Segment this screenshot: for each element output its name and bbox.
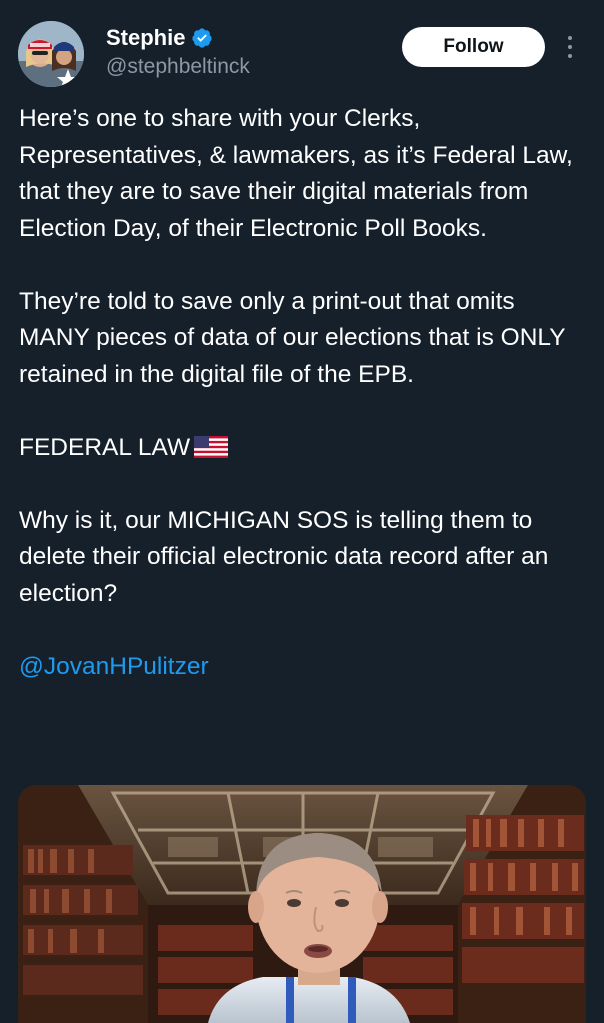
tweet-paragraph-1: Here’s one to share with your Clerks, Re…: [19, 105, 573, 242]
video-frame-image: [18, 785, 586, 1023]
tweet-paragraph-4: Why is it, our MICHIGAN SOS is telling t…: [19, 506, 549, 607]
author-name-row[interactable]: Stephie: [106, 25, 213, 51]
tweet-view: Stephie @stephbeltinck Follow Here’s one…: [0, 0, 604, 1023]
author-avatar[interactable]: [18, 21, 84, 87]
verified-badge-icon: [192, 28, 213, 48]
avatar-image: [18, 21, 84, 87]
vertical-ellipsis-icon[interactable]: [560, 30, 580, 64]
follow-button[interactable]: Follow: [402, 27, 545, 67]
author-display-name[interactable]: Stephie: [106, 25, 185, 51]
tweet-paragraph-3: FEDERAL LAW: [19, 430, 591, 467]
video-thumbnail[interactable]: [18, 785, 586, 1023]
mention-link[interactable]: @JovanHPulitzer: [19, 649, 591, 686]
us-flag-icon: [194, 435, 229, 458]
federal-law-text: FEDERAL LAW: [19, 433, 191, 461]
author-handle[interactable]: @stephbeltinck: [106, 55, 250, 79]
tweet-paragraph-2: They’re told to save only a print-out th…: [19, 287, 566, 388]
tweet-body: Here’s one to share with your Clerks, Re…: [19, 101, 591, 685]
